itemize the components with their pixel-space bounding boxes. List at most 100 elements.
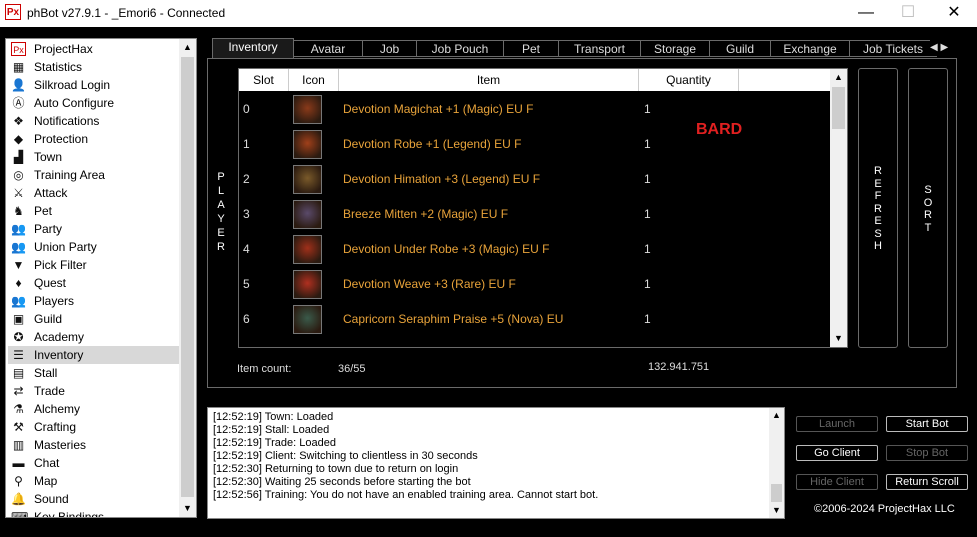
title-bar: Px phBot v27.9.1 - _Emori6 - Connected —… xyxy=(0,0,977,27)
item-name-cell: Devotion Himation +3 (Legend) EU F xyxy=(343,172,541,186)
table-row[interactable]: 0 Devotion Magichat +1 (Magic) EU F 1 xyxy=(239,92,832,127)
item-name-cell: Capricorn Seraphim Praise +5 (Nova) EU xyxy=(343,312,564,326)
tab-exchange[interactable]: Exchange xyxy=(770,40,850,57)
scroll-up-arrow-icon[interactable]: ▲ xyxy=(179,39,196,56)
slot-cell: 0 xyxy=(243,102,250,116)
sidebar-item-training-area[interactable]: ◎ Training Area xyxy=(8,166,180,184)
scrollbar-thumb[interactable] xyxy=(832,87,845,129)
tab-job-tickets[interactable]: Job Tickets xyxy=(849,40,937,57)
quantity-cell: 1 xyxy=(644,242,651,256)
scroll-down-arrow-icon[interactable]: ▼ xyxy=(179,500,196,517)
sidebar-item-label: Union Party xyxy=(34,240,97,254)
sidebar-item-projecthax[interactable]: Px ProjectHax xyxy=(8,40,180,58)
sidebar-item-stall[interactable]: ▤ Stall xyxy=(8,364,180,382)
sidebar-item-label: Town xyxy=(34,150,63,164)
sidebar-item-union-party[interactable]: 👥 Union Party xyxy=(8,238,180,256)
refresh-button[interactable]: R E F R E S H xyxy=(858,68,898,348)
sidebar-item-chat[interactable]: ▬ Chat xyxy=(8,454,180,472)
item-count-label: Item count: xyxy=(237,363,292,375)
quantity-cell: 1 xyxy=(644,207,651,221)
column-slot[interactable]: Slot xyxy=(239,69,289,91)
sidebar-scrollbar[interactable]: ▲ ▼ xyxy=(179,39,196,517)
trade-icon: ⇄ xyxy=(13,384,24,398)
app-icon: Px xyxy=(5,4,21,20)
class-overlay-text: BARD xyxy=(696,121,743,138)
sidebar-item-map[interactable]: ⚲ Map xyxy=(8,472,180,490)
slot-cell: 4 xyxy=(243,242,250,256)
sidebar-item-key-bindings[interactable]: ⌨ Key Bindings xyxy=(8,508,180,518)
sidebar-item-crafting[interactable]: ⚒ Crafting xyxy=(8,418,180,436)
sidebar-item-academy[interactable]: ✪ Academy xyxy=(8,328,180,346)
players-icon: 👥 xyxy=(11,294,26,308)
table-row[interactable]: 2 Devotion Himation +3 (Legend) EU F 1 xyxy=(239,162,832,197)
sidebar-item-protection[interactable]: ◆ Protection xyxy=(8,130,180,148)
pet-icon: ♞ xyxy=(13,204,24,218)
column-icon[interactable]: Icon xyxy=(289,69,339,91)
table-row[interactable]: 5 Devotion Weave +3 (Rare) EU F 1 xyxy=(239,267,832,302)
scroll-down-arrow-icon[interactable]: ▼ xyxy=(830,330,847,347)
tab-pet[interactable]: Pet xyxy=(503,40,559,57)
sidebar-item-label: Sound xyxy=(34,492,69,506)
sidebar-item-masteries[interactable]: ▥ Masteries xyxy=(8,436,180,454)
sidebar-item-statistics[interactable]: ▦ Statistics xyxy=(8,58,180,76)
tab-transport[interactable]: Transport xyxy=(558,40,641,57)
return-scroll-button[interactable]: Return Scroll xyxy=(886,474,968,490)
sidebar-item-auto-configure[interactable]: Ⓐ Auto Configure xyxy=(8,94,180,112)
sidebar-item-quest[interactable]: ♦ Quest xyxy=(8,274,180,292)
key-bindings-icon: ⌨ xyxy=(11,510,29,518)
launch-button[interactable]: Launch xyxy=(796,416,878,432)
sidebar-item-town[interactable]: ▟ Town xyxy=(8,148,180,166)
table-scrollbar[interactable]: ▲ ▼ xyxy=(830,69,847,347)
sidebar-nav: Px ProjectHax ▦ Statistics 👤 Silkroad Login Ⓐ A… xyxy=(5,38,197,518)
table-row[interactable]: 3 Breeze Mitten +2 (Magic) EU F 1 xyxy=(239,197,832,232)
table-row[interactable]: 6 Capricorn Seraphim Praise +5 (Nova) EU 1 xyxy=(239,302,832,337)
sidebar-item-guild[interactable]: ▣ Guild xyxy=(8,310,180,328)
stop-bot-button[interactable]: Stop Bot xyxy=(886,445,968,461)
log-scrollbar[interactable]: ▲ ▼ xyxy=(769,408,784,518)
column-item[interactable]: Item xyxy=(339,69,639,91)
tab-scroll-arrows-icon[interactable]: ◀ ▶ xyxy=(930,40,958,56)
scrollbar-thumb[interactable] xyxy=(181,57,194,497)
sidebar-item-pick-filter[interactable]: ▼ Pick Filter xyxy=(8,256,180,274)
maximize-button[interactable]: ☐ xyxy=(885,0,931,27)
scroll-up-arrow-icon[interactable]: ▲ xyxy=(769,408,784,423)
log-output[interactable]: [12:52:19] Town: Loaded [12:52:19] Stall:… xyxy=(207,407,785,519)
sidebar-item-label: Crafting xyxy=(34,420,77,434)
copyright-text: ©2006-2024 ProjectHax LLC xyxy=(814,503,955,515)
close-button[interactable]: ✕ xyxy=(931,0,977,27)
hide-client-button[interactable]: Hide Client xyxy=(796,474,878,490)
sidebar-item-silkroad-login[interactable]: 👤 Silkroad Login xyxy=(8,76,180,94)
tab-inventory[interactable]: Inventory xyxy=(212,38,294,58)
sidebar-item-trade[interactable]: ⇄ Trade xyxy=(8,382,180,400)
scroll-up-arrow-icon[interactable]: ▲ xyxy=(830,69,847,86)
tab-avatar[interactable]: Avatar xyxy=(293,40,363,57)
sidebar-item-attack[interactable]: ⚔ Attack xyxy=(8,184,180,202)
tab-job[interactable]: Job xyxy=(362,40,417,57)
tab-guild[interactable]: Guild xyxy=(709,40,771,57)
statistics-icon: ▦ xyxy=(12,60,25,74)
sort-button[interactable]: S O R T xyxy=(908,68,948,348)
slot-cell: 7 xyxy=(243,337,250,347)
tab-storage[interactable]: Storage xyxy=(640,40,710,57)
inventory-icon: ☰ xyxy=(13,348,24,362)
tab-job-pouch[interactable]: Job Pouch xyxy=(416,40,504,57)
minimize-button[interactable]: — xyxy=(843,0,889,27)
sort-label: S O R T xyxy=(923,184,933,234)
table-row[interactable]: 4 Devotion Under Robe +3 (Magic) EU F 1 xyxy=(239,232,832,267)
log-line: [12:52:19] Client: Switching to clientle… xyxy=(213,450,478,462)
sidebar-item-alchemy[interactable]: ⚗ Alchemy xyxy=(8,400,180,418)
sidebar-item-party[interactable]: 👥 Party xyxy=(8,220,180,238)
sidebar-item-pet[interactable]: ♞ Pet xyxy=(8,202,180,220)
start-bot-button[interactable]: Start Bot xyxy=(886,416,968,432)
scroll-down-arrow-icon[interactable]: ▼ xyxy=(769,503,784,518)
sidebar-item-label: Attack xyxy=(34,186,68,200)
column-quantity[interactable]: Quantity xyxy=(639,69,739,91)
scrollbar-thumb[interactable] xyxy=(771,484,782,502)
sidebar-item-notifications[interactable]: ❖ Notifications xyxy=(8,112,180,130)
sidebar-item-players[interactable]: 👥 Players xyxy=(8,292,180,310)
table-row[interactable]: 1 Devotion Robe +1 (Legend) EU F 1 xyxy=(239,127,832,162)
sidebar-item-inventory[interactable]: ☰ Inventory xyxy=(8,346,180,364)
go-client-button[interactable]: Go Client xyxy=(796,445,878,461)
table-row[interactable]: 7 xyxy=(239,337,832,347)
sidebar-item-sound[interactable]: 🔔 Sound xyxy=(8,490,180,508)
